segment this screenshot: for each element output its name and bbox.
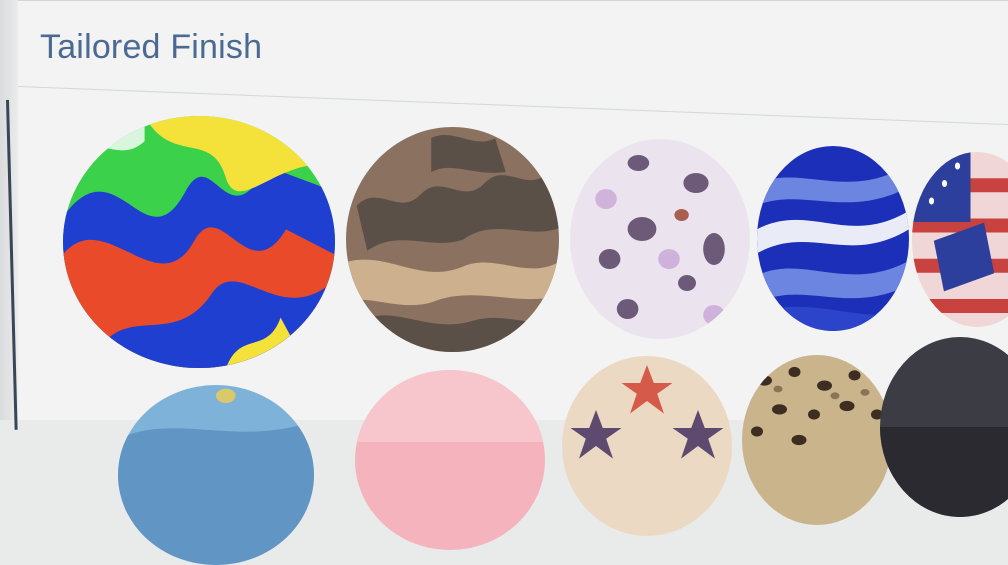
swatch-sky-blue[interactable] (118, 385, 314, 565)
section-title: Tailored Finish (40, 28, 263, 66)
swatch-butterflies[interactable] (570, 139, 750, 339)
swatch-camouflage[interactable] (346, 127, 559, 352)
swatch-pink[interactable] (355, 370, 545, 550)
swatch-psychedelic-swirl[interactable] (63, 116, 335, 368)
swatch-blue-marble[interactable] (757, 146, 909, 331)
swatch-stars[interactable] (562, 356, 732, 536)
panel-top-divider (18, 0, 1008, 1)
swatch-leopard[interactable] (742, 355, 892, 525)
